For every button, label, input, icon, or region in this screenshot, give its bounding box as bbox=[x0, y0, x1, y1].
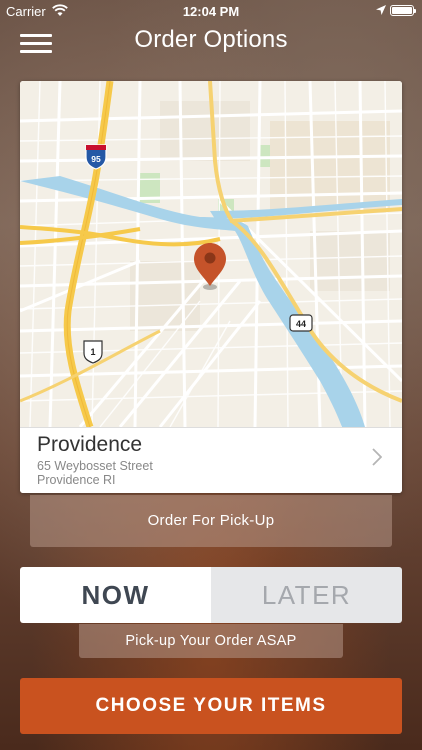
clock: 12:04 PM bbox=[182, 4, 240, 19]
store-city: Providence RI bbox=[37, 473, 116, 487]
store-name: Providence bbox=[37, 433, 143, 456]
state-route-number: 44 bbox=[296, 319, 306, 329]
interstate-shield: 95 bbox=[85, 144, 107, 170]
page-title: Order Options bbox=[134, 26, 288, 53]
map-view[interactable]: 95 1 44 bbox=[20, 81, 402, 427]
chevron-right-icon bbox=[372, 448, 383, 470]
location-arrow-icon bbox=[376, 4, 386, 19]
now-tab[interactable]: NOW bbox=[20, 567, 211, 623]
choose-items-button[interactable]: CHOOSE YOUR ITEMS bbox=[20, 678, 402, 734]
battery-icon bbox=[390, 5, 416, 16]
order-type-label: Order For Pick-Up bbox=[30, 495, 392, 547]
store-card: 95 1 44 Providence 65 Weybosset Street P… bbox=[20, 81, 402, 493]
timing-note: Pick-up Your Order ASAP bbox=[79, 624, 343, 658]
later-tab[interactable]: LATER bbox=[211, 567, 402, 623]
store-street: 65 Weybosset Street bbox=[37, 459, 153, 473]
us-route-number: 1 bbox=[90, 347, 95, 357]
store-address: 65 Weybosset Street Providence RI bbox=[37, 459, 153, 487]
status-bar: Carrier 12:04 PM bbox=[0, 0, 422, 22]
us-route-shield: 1 bbox=[83, 340, 103, 364]
store-location-row[interactable]: Providence 65 Weybosset Street Providenc… bbox=[20, 427, 402, 493]
state-route-shield: 44 bbox=[289, 314, 313, 332]
interstate-number: 95 bbox=[91, 154, 101, 164]
timing-segmented-control: NOW LATER bbox=[20, 567, 402, 623]
